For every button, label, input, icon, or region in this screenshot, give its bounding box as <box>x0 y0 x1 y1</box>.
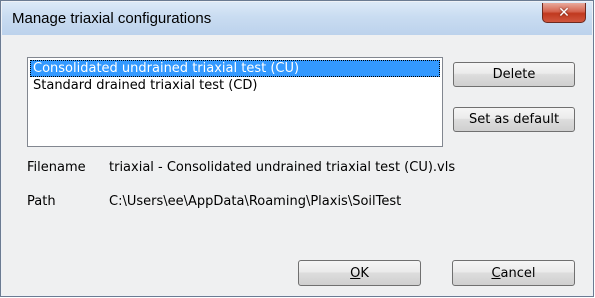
ok-button[interactable]: OK <box>298 260 421 286</box>
path-label: Path <box>27 194 56 209</box>
configurations-listbox[interactable]: Consolidated undrained triaxial test (CU… <box>27 57 443 147</box>
manage-triaxial-dialog: Manage triaxial configurations ✕ Consoli… <box>0 0 594 297</box>
delete-button[interactable]: Delete <box>453 62 575 87</box>
dialog-body: Consolidated undrained triaxial test (CU… <box>2 35 592 295</box>
close-button[interactable]: ✕ <box>542 3 586 23</box>
title-bar[interactable]: Manage triaxial configurations ✕ <box>2 2 592 35</box>
set-as-default-button[interactable]: Set as default <box>453 107 575 132</box>
dialog-title: Manage triaxial configurations <box>12 10 212 27</box>
ok-label-rest: K <box>360 265 369 281</box>
filename-label: Filename <box>27 160 86 175</box>
cancel-label-rest: ancel <box>500 265 536 281</box>
list-item-cu[interactable]: Consolidated undrained triaxial test (CU… <box>30 60 440 77</box>
list-item-cd[interactable]: Standard drained triaxial test (CD) <box>30 77 440 94</box>
filename-value: triaxial - Consolidated undrained triaxi… <box>109 160 456 175</box>
path-value: C:\Users\ee\AppData\Roaming\Plaxis\SoilT… <box>109 194 402 209</box>
ok-mnemonic: O <box>350 265 361 281</box>
cancel-button[interactable]: Cancel <box>452 260 575 286</box>
cancel-mnemonic: C <box>491 265 501 281</box>
close-icon: ✕ <box>558 4 570 21</box>
